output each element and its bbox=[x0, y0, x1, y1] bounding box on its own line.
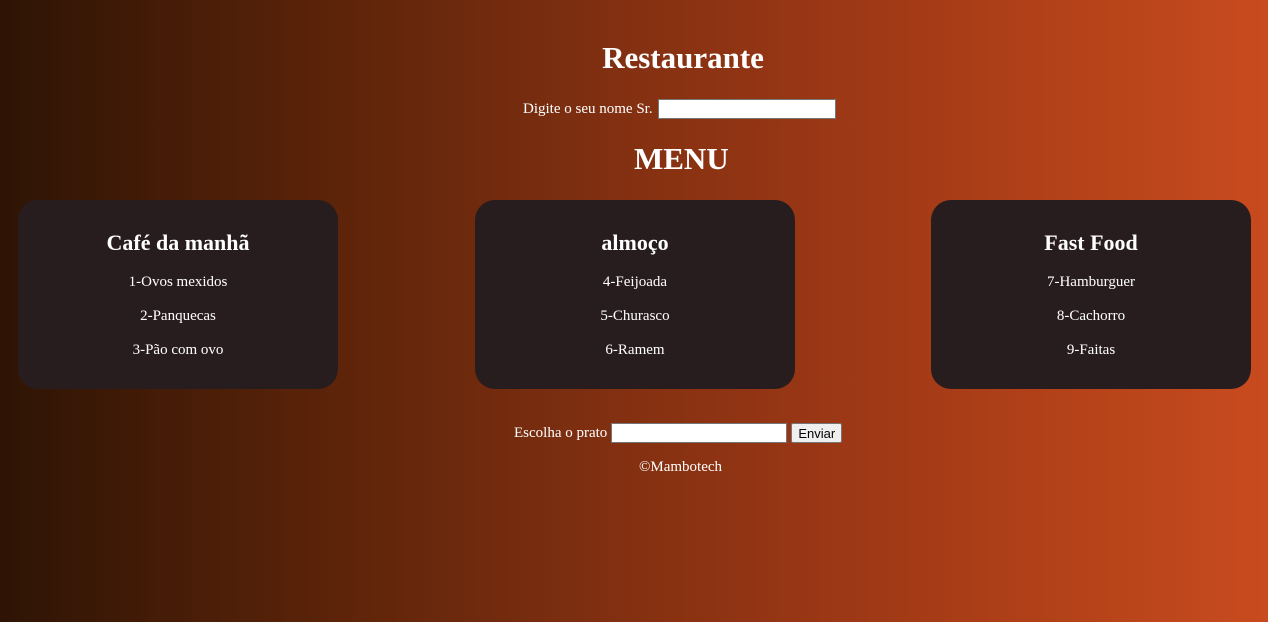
menu-item: 4-Feijoada bbox=[602, 274, 668, 290]
card-title: almoço bbox=[601, 230, 669, 255]
menu-item: 8-Cachorro bbox=[1056, 308, 1126, 324]
submit-button[interactable]: Enviar bbox=[791, 423, 843, 443]
card-title: Café da manhã bbox=[106, 230, 250, 255]
footer-copyright: ©Mambotech bbox=[639, 459, 723, 475]
card-title: Fast Food bbox=[1044, 230, 1138, 255]
name-input[interactable] bbox=[657, 99, 836, 119]
menu-item: 9-Faitas bbox=[1066, 342, 1116, 358]
order-form: Escolha o prato Enviar bbox=[514, 423, 843, 443]
menu-card-fast-food: Fast Food 7-Hamburguer 8-Cachorro 9-Fait… bbox=[931, 200, 1251, 389]
menu-item: 5-Churasco bbox=[600, 308, 670, 324]
dish-input[interactable] bbox=[611, 423, 788, 443]
menu-item: 1-Ovos mexidos bbox=[128, 274, 228, 290]
menu-title: MENU bbox=[634, 141, 729, 176]
menu-item: 3-Pão com ovo bbox=[132, 342, 224, 358]
name-form: Digite o seu nome Sr. bbox=[523, 99, 836, 119]
menu-item: 7-Hamburguer bbox=[1046, 274, 1136, 290]
menu-item: 2-Panquecas bbox=[140, 308, 216, 324]
menu-item: 6-Ramem bbox=[605, 342, 665, 358]
dish-label: Escolha o prato bbox=[514, 424, 608, 441]
name-label: Digite o seu nome Sr. bbox=[523, 100, 653, 117]
menu-card-lunch: almoço 4-Feijoada 5-Churasco 6-Ramem bbox=[475, 200, 795, 389]
menu-card-breakfast: Café da manhã 1-Ovos mexidos 2-Panquecas… bbox=[18, 200, 338, 389]
page-title: Restaurante bbox=[602, 40, 764, 75]
